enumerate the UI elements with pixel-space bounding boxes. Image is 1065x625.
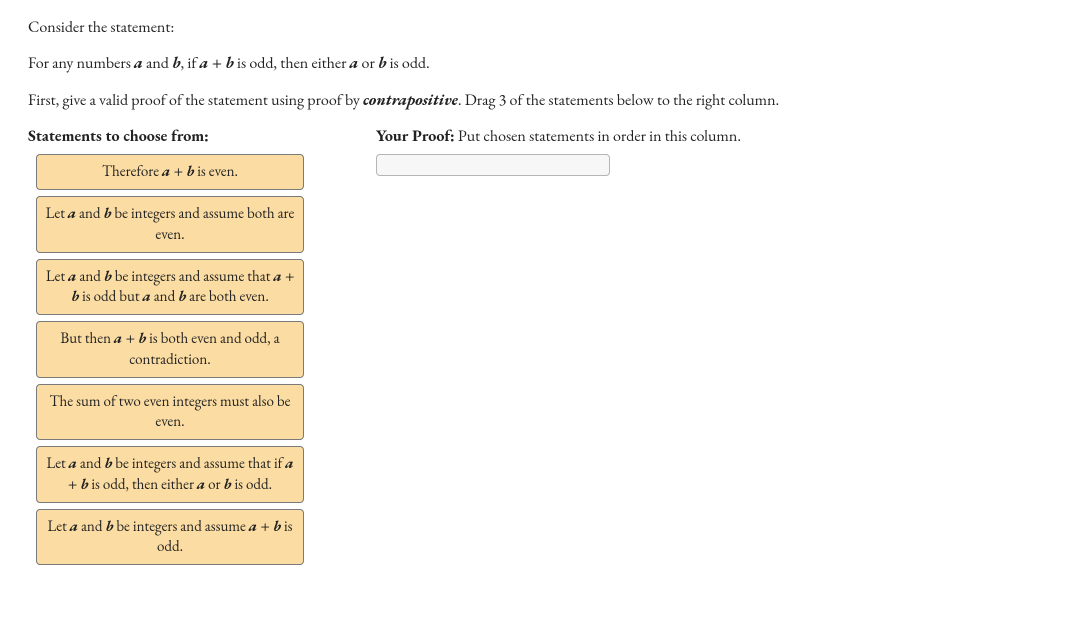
prompt-line-2: For any numbers a and b, if a + b is odd… bbox=[28, 52, 1037, 74]
proof-column: Your Proof: Put chosen statements in ord… bbox=[376, 125, 1037, 176]
proof-header: Your Proof: Put chosen statements in ord… bbox=[376, 125, 1037, 146]
prompt-line-1: Consider the statement: bbox=[28, 16, 1037, 38]
draggable-statement[interactable]: Let a and b be integers and assume a + b… bbox=[36, 509, 304, 566]
choices-list: Therefore a + b is even. Let a and b be i… bbox=[28, 154, 332, 565]
prompt-line-3: First, give a valid proof of the stateme… bbox=[28, 89, 1037, 111]
draggable-statement[interactable]: But then a + b is both even and odd, a c… bbox=[36, 321, 304, 378]
draggable-statement[interactable]: Let a and b be integers and assume that … bbox=[36, 259, 304, 316]
draggable-statement[interactable]: Let a and b be integers and assume both … bbox=[36, 196, 304, 253]
proof-dropzone[interactable] bbox=[376, 154, 610, 176]
choices-header: Statements to choose from: bbox=[28, 125, 332, 146]
choices-column: Statements to choose from: Therefore a +… bbox=[28, 125, 332, 565]
draggable-statement[interactable]: The sum of two even integers must also b… bbox=[36, 384, 304, 441]
draggable-statement[interactable]: Let a and b be integers and assume that … bbox=[36, 446, 304, 503]
draggable-statement[interactable]: Therefore a + b is even. bbox=[36, 154, 304, 190]
